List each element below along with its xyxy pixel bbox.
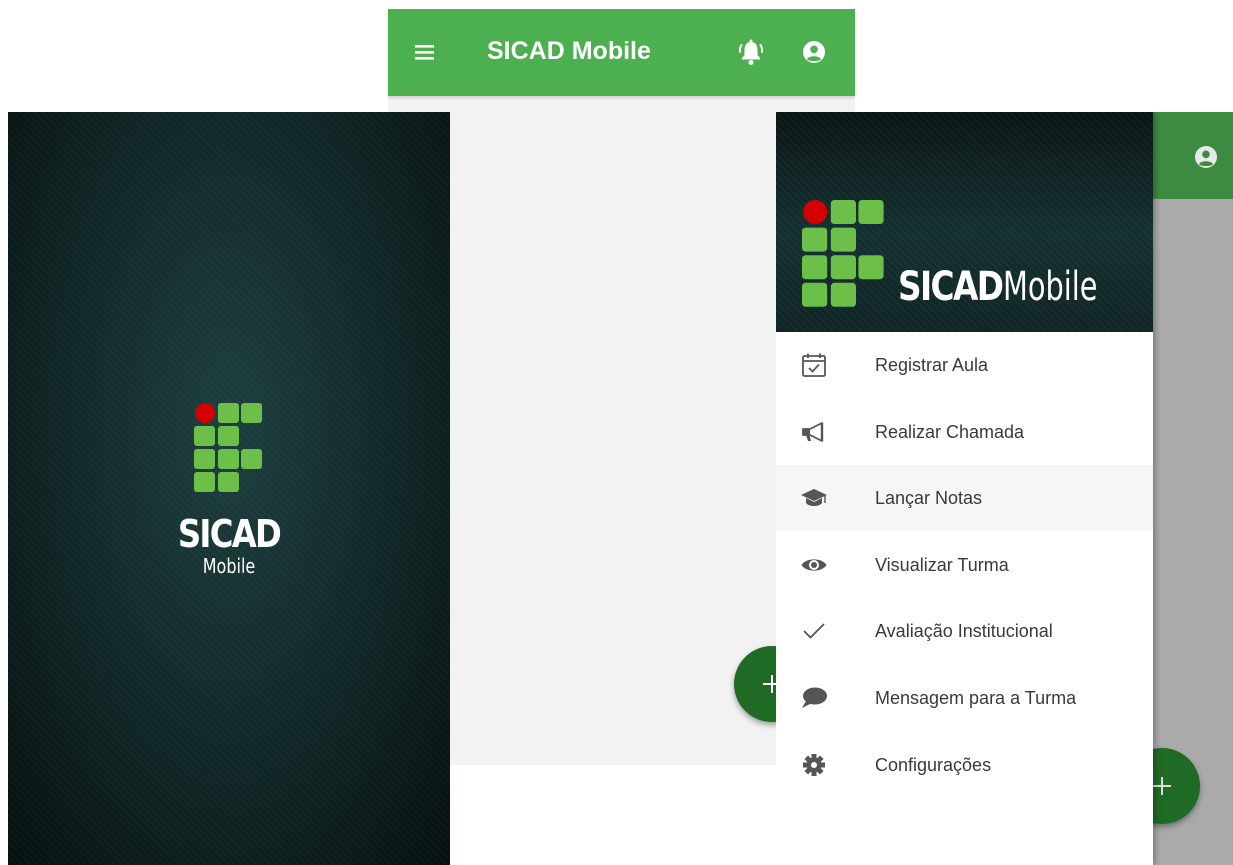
institution-logo-icon (802, 200, 884, 307)
account-circle-icon[interactable] (1194, 145, 1218, 169)
menu-item-label: Mensagem para a Turma (875, 688, 1077, 708)
menu-item-label: Avaliação Institucional (875, 621, 1053, 641)
menu-item-label: Registrar Aula (875, 355, 989, 375)
graduation-cap-icon (801, 489, 827, 506)
menu-item-visualizar-turma[interactable]: Visualizar Turma (776, 532, 1153, 598)
app-title: SICAD Mobile (487, 37, 651, 65)
calendar-check-icon (802, 353, 826, 377)
checkmark-icon (803, 623, 825, 639)
notification-bell-icon[interactable] (737, 38, 765, 68)
drawer-brand-light: Mobile (1003, 264, 1098, 310)
chat-bubble-icon (802, 687, 827, 708)
menu-item-label: Realizar Chamada (875, 422, 1025, 442)
menu-item-mensagem-turma[interactable]: Mensagem para a Turma (776, 665, 1153, 731)
menu-item-label: Visualizar Turma (875, 555, 1009, 575)
drawer-screen: SICADMobile Registrar Aula Realizar Cham… (776, 112, 1233, 865)
navigation-drawer: SICADMobile Registrar Aula Realizar Cham… (776, 112, 1153, 865)
account-circle-icon[interactable] (802, 40, 826, 64)
hamburger-menu-icon[interactable] (412, 39, 442, 67)
splash-subtitle: Mobile (202, 554, 256, 578)
splash-screen: SICAD Mobile (8, 112, 450, 865)
splash-title: SICAD (177, 512, 282, 556)
eye-icon (801, 559, 827, 571)
menu-item-lancar-notas[interactable]: Lançar Notas (776, 465, 1153, 531)
menu-item-realizar-chamada[interactable]: Realizar Chamada (776, 399, 1153, 465)
gear-icon (803, 754, 825, 776)
drawer-header: SICADMobile (776, 112, 1153, 332)
menu-item-registrar-aula[interactable]: Registrar Aula (776, 332, 1153, 398)
institution-logo-icon (194, 403, 262, 492)
megaphone-icon (802, 422, 824, 442)
plus-icon (1153, 777, 1171, 795)
menu-item-configuracoes[interactable]: Configurações (776, 732, 1153, 798)
menu-item-label: Lançar Notas (875, 488, 983, 508)
menu-item-avaliacao-institucional[interactable]: Avaliação Institucional (776, 598, 1153, 664)
drawer-brand: SICADMobile (898, 264, 1134, 310)
app-bar: SICAD Mobile (388, 9, 855, 96)
drawer-brand-bold: SICAD (898, 264, 1004, 310)
menu-item-label: Configurações (875, 755, 992, 775)
